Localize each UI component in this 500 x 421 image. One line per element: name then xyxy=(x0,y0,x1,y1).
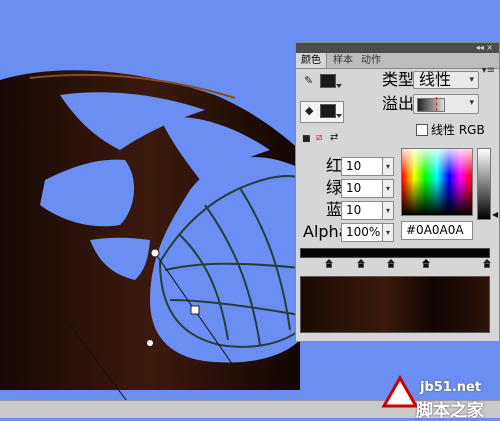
watermark: jb51.net 脚本之家 xyxy=(360,372,500,421)
blue-dropdown[interactable]: ▾ xyxy=(382,201,394,220)
gradient-stop[interactable] xyxy=(483,259,491,268)
green-dropdown[interactable]: ▾ xyxy=(382,179,394,198)
paint-bucket-icon: ◆ xyxy=(305,104,314,117)
fill-color-swatch[interactable] xyxy=(320,104,342,118)
no-color-icon[interactable]: ⧄ xyxy=(316,131,322,145)
chevron-down-icon: ▾ xyxy=(469,98,474,108)
color-spectrum[interactable] xyxy=(401,148,473,216)
gradient-center-handle[interactable] xyxy=(150,248,160,258)
gradient-preview xyxy=(300,276,490,333)
panel-menu-icon[interactable]: ▾≡ xyxy=(482,63,495,78)
pencil-icon: ✎ xyxy=(304,74,314,87)
hex-input[interactable]: #0A0A0A xyxy=(401,221,473,240)
tab-actions[interactable]: 动作 xyxy=(356,53,386,68)
gradient-width-handle[interactable] xyxy=(147,340,153,346)
collapse-arrows-icon[interactable]: ◂◂ × xyxy=(476,43,493,53)
tab-swatches[interactable]: 样本 xyxy=(328,53,358,68)
gradient-ramp[interactable] xyxy=(300,248,490,258)
tab-color[interactable]: 颜色 xyxy=(296,53,327,68)
gradient-rotate-handle[interactable] xyxy=(190,305,200,315)
brightness-slider[interactable] xyxy=(477,148,491,220)
watermark-name: 脚本之家 xyxy=(416,401,484,421)
watermark-logo-icon xyxy=(381,374,419,408)
linear-rgb-checkbox[interactable] xyxy=(416,124,428,136)
gradient-stop[interactable] xyxy=(357,259,365,268)
type-select[interactable]: 线性 ▾ xyxy=(413,71,479,89)
overflow-swatch xyxy=(417,98,445,112)
alpha-input[interactable]: 100% xyxy=(341,223,383,242)
overflow-marker xyxy=(436,97,438,111)
brightness-pointer-icon[interactable]: ◀ xyxy=(492,210,498,219)
gradient-stop[interactable] xyxy=(387,259,395,268)
panel-titlebar[interactable]: ◂◂ × xyxy=(296,43,499,53)
green-input[interactable]: 10 xyxy=(341,179,383,198)
blue-input[interactable]: 10 xyxy=(341,201,383,220)
alpha-dropdown[interactable]: ▾ xyxy=(382,223,394,242)
gradient-stop-selected[interactable] xyxy=(422,259,430,268)
watermark-site: jb51.net xyxy=(420,380,482,395)
default-colors-icon[interactable]: ■ xyxy=(302,132,311,146)
linear-rgb-label: 线性 RGB xyxy=(431,123,485,137)
swap-colors-icon[interactable]: ⇄ xyxy=(330,131,338,145)
overflow-select[interactable]: ▾ xyxy=(413,94,479,114)
gradient-stop[interactable] xyxy=(325,259,333,268)
stroke-color-swatch[interactable] xyxy=(320,74,342,88)
red-input[interactable]: 10 xyxy=(341,157,383,176)
type-value: 线性 xyxy=(419,70,452,89)
panel-tabs: 颜色 样本 动作 ▾≡ xyxy=(296,53,499,76)
red-dropdown[interactable]: ▾ xyxy=(382,157,394,176)
chevron-down-icon: ▾ xyxy=(469,75,474,85)
